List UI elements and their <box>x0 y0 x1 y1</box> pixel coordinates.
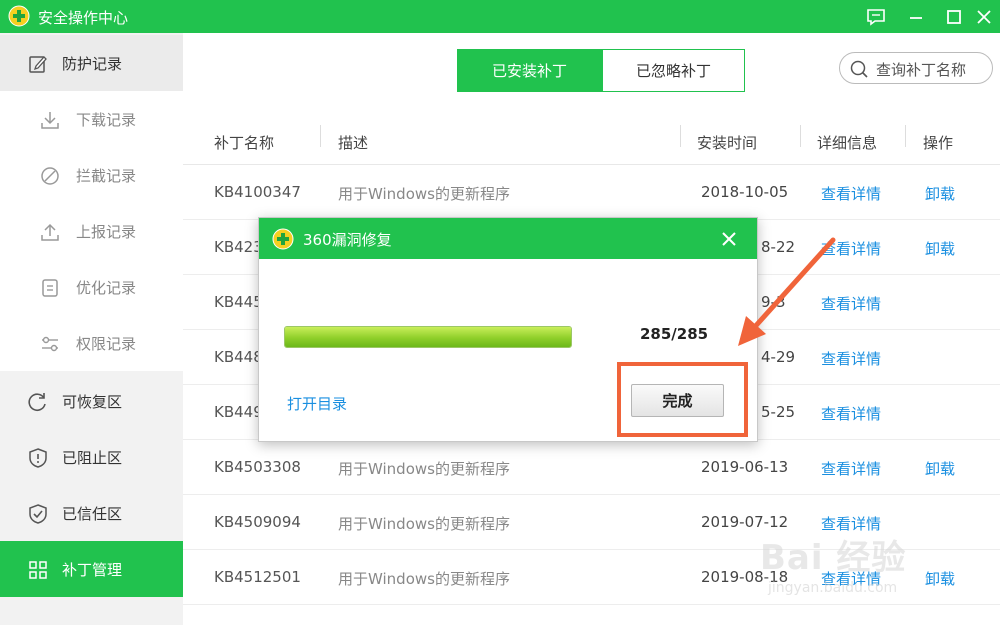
title-bar: 安全操作中心 <box>0 0 1000 33</box>
column-header: 描述 <box>338 134 369 152</box>
app-logo-icon <box>8 5 30 27</box>
block-icon <box>41 167 59 185</box>
grid-icon <box>29 561 47 579</box>
view-detail-link[interactable]: 查看详情 <box>821 348 881 369</box>
column-header: 补丁名称 <box>214 134 275 152</box>
sidebar-item-recoverable-zone[interactable]: 可恢复区 <box>0 373 183 429</box>
patch-date: 4-29 <box>761 348 796 366</box>
column-header: 安装时间 <box>697 134 758 152</box>
sidebar-item-optimize-records[interactable]: 优化记录 <box>0 259 183 315</box>
document-icon <box>42 279 58 297</box>
sidebar-item-protection-records[interactable]: 防护记录 <box>0 35 183 91</box>
close-icon <box>977 9 991 24</box>
progress-fill <box>285 327 571 347</box>
open-directory-link[interactable]: 打开目录 <box>287 393 347 414</box>
column-divider <box>905 125 906 147</box>
watermark-url: jingyan.baidu.com <box>768 580 898 596</box>
search-icon <box>850 60 868 78</box>
sidebar-item-download-records[interactable]: 下载记录 <box>0 91 183 147</box>
patch-desc: 用于Windows的更新程序 <box>338 460 510 478</box>
minimize-button[interactable] <box>898 0 934 33</box>
tab-ignored-patches[interactable]: 已忽略补丁 <box>602 49 745 92</box>
shield-alert-icon <box>29 448 47 468</box>
download-icon <box>41 112 59 129</box>
sidebar-item-label: 权限记录 <box>76 335 137 353</box>
progress-bar <box>284 326 572 348</box>
sidebar-item-label: 已信任区 <box>62 505 123 523</box>
sidebar-item-label: 防护记录 <box>62 55 123 73</box>
patch-name: KB448 <box>214 348 263 366</box>
patch-name: KB449 <box>214 403 263 421</box>
feedback-icon <box>867 8 885 26</box>
dialog-header: 360漏洞修复 <box>259 218 757 259</box>
sidebar-item-blocked-zone[interactable]: 已阻止区 <box>0 429 183 485</box>
annotation-highlight-box <box>617 362 748 437</box>
table-header: 补丁名称 描述 安装时间 详细信息 操作 <box>183 117 1000 165</box>
column-divider <box>800 125 801 147</box>
patch-name: KB4512501 <box>214 568 301 586</box>
column-header: 详细信息 <box>817 134 878 152</box>
view-detail-link[interactable]: 查看详情 <box>821 403 881 424</box>
close-button[interactable] <box>966 0 1000 33</box>
watermark-logo-text: Bai 经验 <box>760 538 907 578</box>
edit-record-icon <box>29 56 47 73</box>
sidebar-item-report-records[interactable]: 上报记录 <box>0 203 183 259</box>
sidebar-item-permission-records[interactable]: 权限记录 <box>0 315 183 371</box>
window-title: 安全操作中心 <box>38 9 129 27</box>
column-divider <box>320 125 321 147</box>
column-divider <box>680 125 681 147</box>
patch-name: KB4503308 <box>214 458 301 476</box>
search-input[interactable]: 查询补丁名称 <box>839 52 993 84</box>
patch-date: 2019-07-12 <box>701 513 789 531</box>
patch-name: KB445 <box>214 293 263 311</box>
tab-installed-patches[interactable]: 已安装补丁 <box>457 49 602 92</box>
column-header: 操作 <box>923 134 954 152</box>
search-placeholder: 查询补丁名称 <box>876 61 967 79</box>
watermark: Bai 经验 jingyan.baidu.com <box>760 530 990 610</box>
maximize-icon <box>947 9 961 24</box>
uninstall-link[interactable]: 卸载 <box>925 458 955 479</box>
feedback-button[interactable] <box>858 0 894 33</box>
close-icon <box>722 232 736 246</box>
patch-date: 8-22 <box>761 238 796 256</box>
patch-desc: 用于Windows的更新程序 <box>338 570 510 588</box>
uninstall-link[interactable]: 卸载 <box>925 183 955 204</box>
view-detail-link[interactable]: 查看详情 <box>821 458 881 479</box>
sidebar-item-block-records[interactable]: 拦截记录 <box>0 147 183 203</box>
patch-desc: 用于Windows的更新程序 <box>338 185 510 203</box>
sidebar-item-label: 拦截记录 <box>76 167 137 185</box>
patch-name: KB4100347 <box>214 183 301 201</box>
sliders-icon <box>42 336 58 352</box>
patch-date: 5-25 <box>761 403 796 421</box>
sidebar-item-label: 可恢复区 <box>62 393 123 411</box>
view-detail-link[interactable]: 查看详情 <box>821 238 881 259</box>
app-logo-icon <box>272 228 294 250</box>
upload-icon <box>41 223 59 241</box>
sidebar-item-label: 优化记录 <box>76 279 137 297</box>
patch-desc: 用于Windows的更新程序 <box>338 515 510 533</box>
sidebar: 防护记录 下载记录 拦截记录 上报记录 优化记录 权限记录 可恢复区 已阻止区 … <box>0 33 183 625</box>
sidebar-item-patch-management[interactable]: 补丁管理 <box>0 541 183 597</box>
sidebar-item-label: 已阻止区 <box>62 449 123 467</box>
patch-name: KB423 <box>214 238 263 256</box>
table-row: KB4503308 用于Windows的更新程序 2019-06-13 查看详情… <box>183 440 1000 495</box>
patch-date: 9-3 <box>761 293 786 311</box>
sidebar-item-label: 补丁管理 <box>62 561 123 579</box>
patch-name: KB4509094 <box>214 513 301 531</box>
patch-date: 2019-06-13 <box>701 458 789 476</box>
progress-count: 285/285 <box>640 325 709 343</box>
dialog-title: 360漏洞修复 <box>303 231 392 249</box>
view-detail-link[interactable]: 查看详情 <box>821 183 881 204</box>
uninstall-link[interactable]: 卸载 <box>925 238 955 259</box>
shield-check-icon <box>29 504 47 524</box>
sidebar-item-label: 上报记录 <box>76 223 137 241</box>
table-row: KB4100347 用于Windows的更新程序 2018-10-05 查看详情… <box>183 165 1000 220</box>
view-detail-link[interactable]: 查看详情 <box>821 293 881 314</box>
minimize-icon <box>910 16 922 19</box>
sidebar-item-trusted-zone[interactable]: 已信任区 <box>0 485 183 541</box>
patch-date: 2018-10-05 <box>701 183 789 201</box>
dialog-close-button[interactable] <box>714 224 744 254</box>
sidebar-item-label: 下载记录 <box>76 111 137 129</box>
restore-icon <box>28 393 46 411</box>
